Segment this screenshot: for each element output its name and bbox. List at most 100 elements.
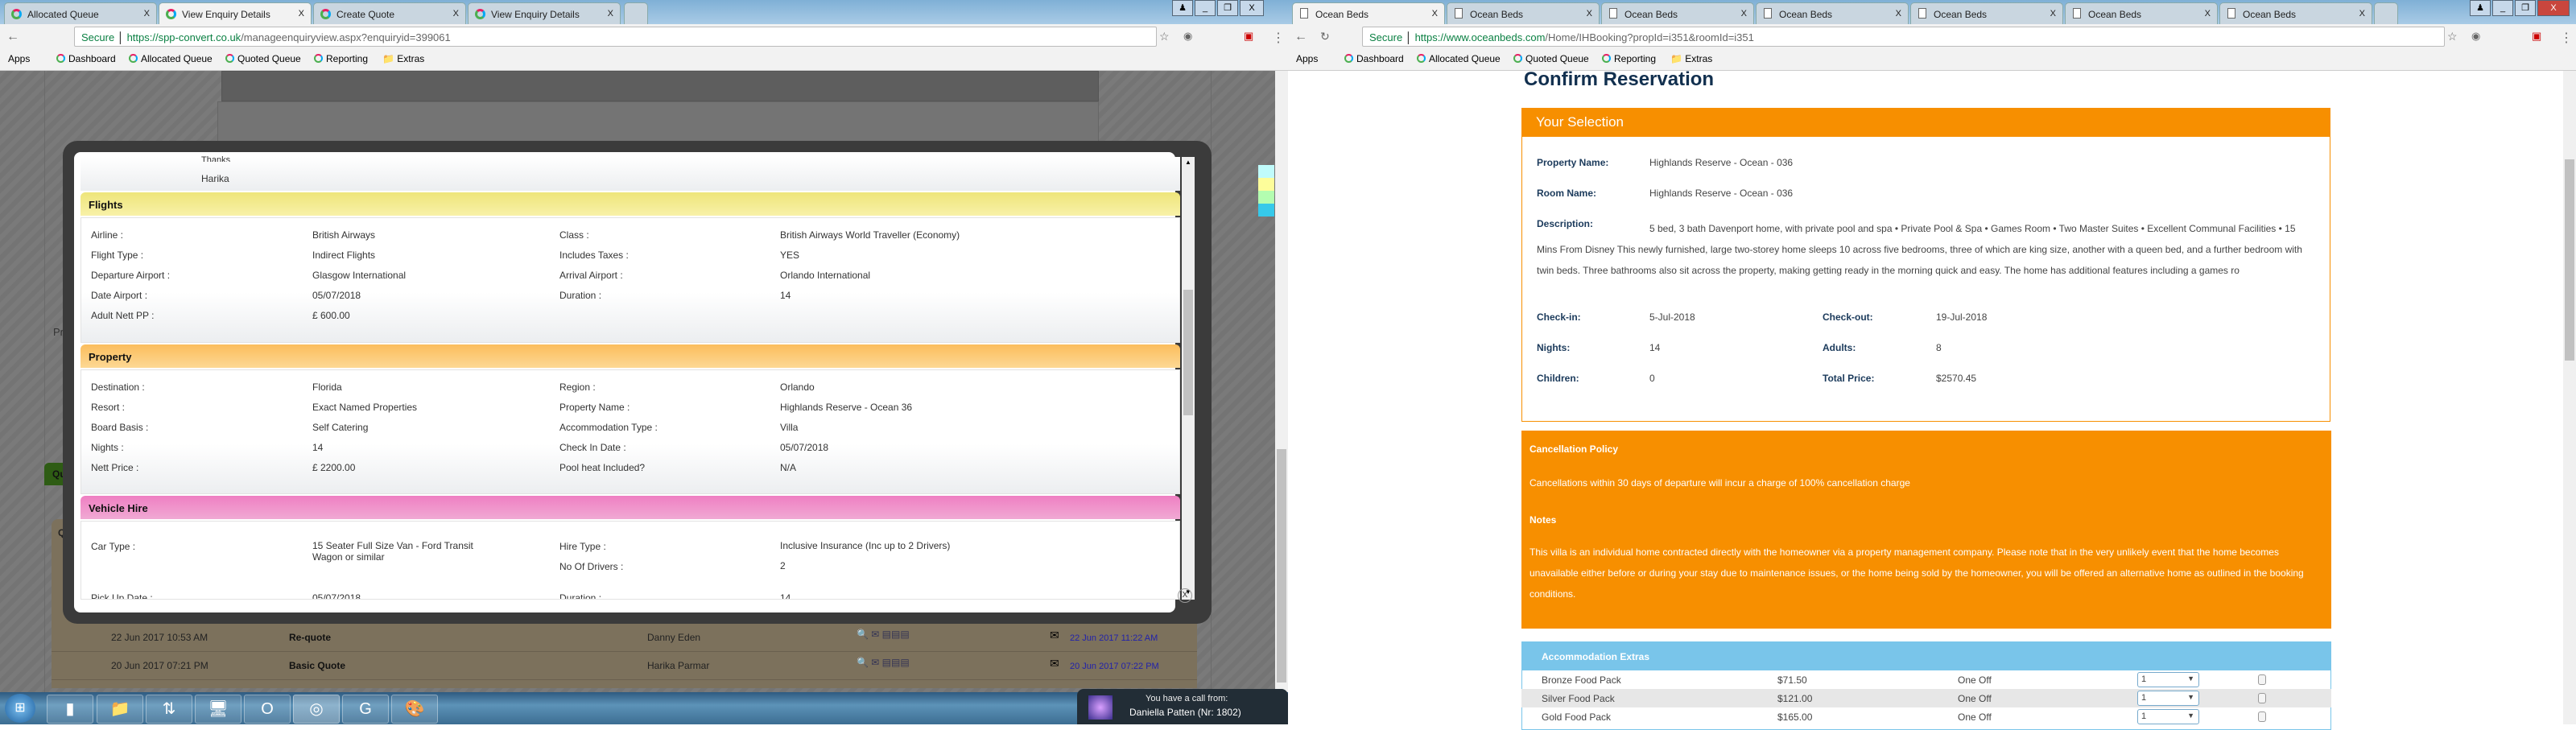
taskbar-paint-icon[interactable]: 🎨 (391, 695, 438, 724)
tab-ocean-beds[interactable]: Ocean Beds X (2065, 2, 2218, 24)
close-tab-icon[interactable]: X (608, 9, 613, 19)
extra-checkbox[interactable] (2258, 674, 2266, 685)
call-notification[interactable]: You have a call from: Daniella Patten (N… (1077, 689, 1288, 724)
taskbar-app-icon[interactable]: G (342, 695, 389, 724)
close-tab-icon[interactable]: X (2205, 9, 2211, 19)
scroll-up-icon[interactable]: ▲ (1185, 159, 1191, 166)
field-value: Indirect Flights (312, 250, 376, 261)
bookmark-allocated-queue[interactable]: Allocated Queue (1417, 53, 1501, 64)
taskbar-chrome-icon[interactable]: ◎ (293, 695, 340, 724)
extra-quantity-select[interactable]: 1 ▼ (2137, 672, 2199, 687)
close-tab-icon[interactable]: X (1896, 9, 1901, 19)
close-tab-icon[interactable]: X (1741, 9, 1747, 19)
modal-scrollbar[interactable]: ▲ ▼ (1182, 157, 1195, 600)
bookmark-allocated-queue[interactable]: Allocated Queue (129, 53, 213, 64)
quote-date: 20 Jun 2017 07:21 PM (111, 660, 208, 671)
bookmark-extras[interactable]: 📁 Extras (1670, 53, 1712, 64)
table-row[interactable]: 20 Jun 2017 07:21 PM Basic Quote Harika … (52, 652, 1197, 680)
tab-ocean-beds[interactable]: Ocean Beds X (1292, 2, 1445, 24)
tab-ocean-beds[interactable]: Ocean Beds X (1910, 2, 2063, 24)
url-input[interactable]: Secure │ https://spp-convert.co.uk/manag… (74, 27, 1157, 47)
bookmark-apps[interactable]: Apps (8, 53, 30, 64)
quote-action-icons[interactable]: 🔍 ✉ ▤▤▤ (857, 629, 910, 640)
tab-label: View Enquiry Details (491, 9, 580, 20)
user-icon[interactable]: ♟ (1172, 0, 1193, 16)
close-tab-icon[interactable]: X (2050, 9, 2056, 19)
close-window-button[interactable]: X (2537, 0, 2570, 16)
tab-view-enquiry-details[interactable]: View Enquiry Details X (159, 2, 312, 24)
restore-button[interactable]: ❐ (1217, 0, 1238, 16)
bookmark-star-icon[interactable]: ☆ (1159, 30, 1170, 43)
tab-ocean-beds[interactable]: Ocean Beds X (1756, 2, 1909, 24)
bookmark-reporting[interactable]: Reporting (314, 53, 368, 64)
accommodation-extras-header: Accommodation Extras (1521, 641, 2331, 670)
color-swatch (1258, 178, 1274, 191)
bookmark-quoted-queue[interactable]: Quoted Queue (1513, 53, 1589, 64)
quote-sent-date[interactable]: 20 Jun 2017 07:22 PM (1070, 662, 1159, 671)
extension-icon[interactable]: ◉ (2471, 30, 2480, 43)
taskbar-explorer-icon[interactable]: 📁 (97, 695, 143, 724)
page-scrollbar[interactable] (1275, 71, 1288, 692)
bookmark-star-icon[interactable]: ☆ (2447, 30, 2458, 43)
pdf-extension-icon[interactable]: ▣ (1244, 30, 1253, 43)
bookmark-quoted-queue[interactable]: Quoted Queue (225, 53, 301, 64)
close-modal-button[interactable]: X (1178, 588, 1192, 603)
minimize-button[interactable]: _ (1195, 0, 1216, 16)
back-icon[interactable]: ← (6, 30, 19, 44)
close-tab-icon[interactable]: X (299, 9, 304, 19)
extra-frequency: One Off (1958, 711, 1992, 723)
scroll-thumb[interactable] (1183, 290, 1193, 415)
chevron-down-icon: ▼ (2187, 674, 2194, 683)
taskbar-remote-desktop-icon[interactable]: 🖥 (195, 695, 242, 724)
field-value: YES (780, 250, 800, 261)
page-scrollbar[interactable] (2563, 71, 2576, 724)
taskbar-sticky-notes-icon[interactable]: ▮ (47, 695, 93, 724)
back-icon[interactable]: ← (1294, 30, 1307, 44)
bookmark-label: Dashboard (1356, 53, 1404, 64)
table-row[interactable]: 22 Jun 2017 10:53 AM Re-quote Danny Eden… (52, 624, 1197, 652)
extra-quantity-select[interactable]: 1 ▼ (2137, 709, 2199, 724)
extra-checkbox[interactable] (2258, 711, 2266, 722)
tab-ocean-beds[interactable]: Ocean Beds X (1447, 2, 1600, 24)
color-swatch (1258, 191, 1274, 204)
extension-icon[interactable]: ◉ (1183, 30, 1192, 43)
reload-icon[interactable]: ↻ (1320, 30, 1330, 43)
tab-allocated-queue[interactable]: Allocated Queue X (4, 2, 157, 24)
new-tab-button[interactable] (2374, 2, 2398, 24)
extra-checkbox[interactable] (2258, 693, 2266, 703)
extra-quantity-select[interactable]: 1 ▼ (2137, 691, 2199, 706)
bookmark-extras[interactable]: 📁 Extras (382, 53, 424, 64)
property-name-label: Property Name: (1537, 157, 1609, 168)
total-price-label: Total Price: (1823, 373, 1875, 384)
new-tab-button[interactable] (624, 2, 648, 24)
restore-button[interactable]: ❐ (2515, 0, 2536, 16)
menu-icon[interactable]: ⋮ (2560, 30, 2573, 46)
url-input[interactable]: Secure │ https://www.oceanbeds.com/Home/… (1362, 27, 2445, 47)
bookmark-reporting[interactable]: Reporting (1602, 53, 1656, 64)
quote-type: Re-quote (289, 632, 331, 643)
taskbar-transfer-icon[interactable]: ⇅ (146, 695, 192, 724)
minimize-button[interactable]: _ (2492, 0, 2513, 16)
bookmark-dashboard[interactable]: Dashboard (56, 53, 116, 64)
tab-create-quote[interactable]: Create Quote X (313, 2, 466, 24)
close-tab-icon[interactable]: X (1587, 9, 1592, 19)
close-window-button[interactable]: X (1240, 0, 1264, 16)
bookmark-apps[interactable]: Apps (1296, 53, 1318, 64)
start-button[interactable]: ⊞ (5, 694, 35, 723)
close-tab-icon[interactable]: X (1432, 9, 1438, 19)
quote-sent-date[interactable]: 22 Jun 2017 11:22 AM (1070, 633, 1158, 643)
bookmark-dashboard[interactable]: Dashboard (1344, 53, 1404, 64)
tab-ocean-beds[interactable]: Ocean Beds X (2219, 2, 2372, 24)
quote-action-icons[interactable]: 🔍 ✉ ▤▤▤ (857, 657, 910, 668)
close-tab-icon[interactable]: X (453, 9, 459, 19)
tab-ocean-beds[interactable]: Ocean Beds X (1601, 2, 1754, 24)
user-icon[interactable]: ♟ (2470, 0, 2491, 16)
tab-label: Ocean Beds (2088, 9, 2142, 20)
tab-view-enquiry-details-2[interactable]: View Enquiry Details X (468, 2, 621, 24)
pdf-extension-icon[interactable]: ▣ (2532, 30, 2541, 43)
close-tab-icon[interactable]: X (144, 9, 150, 19)
close-tab-icon[interactable]: X (2359, 9, 2365, 19)
taskbar-outlook-icon[interactable]: O (244, 695, 291, 724)
extra-frequency: One Off (1958, 674, 1992, 686)
menu-icon[interactable]: ⋮ (1272, 30, 1285, 46)
